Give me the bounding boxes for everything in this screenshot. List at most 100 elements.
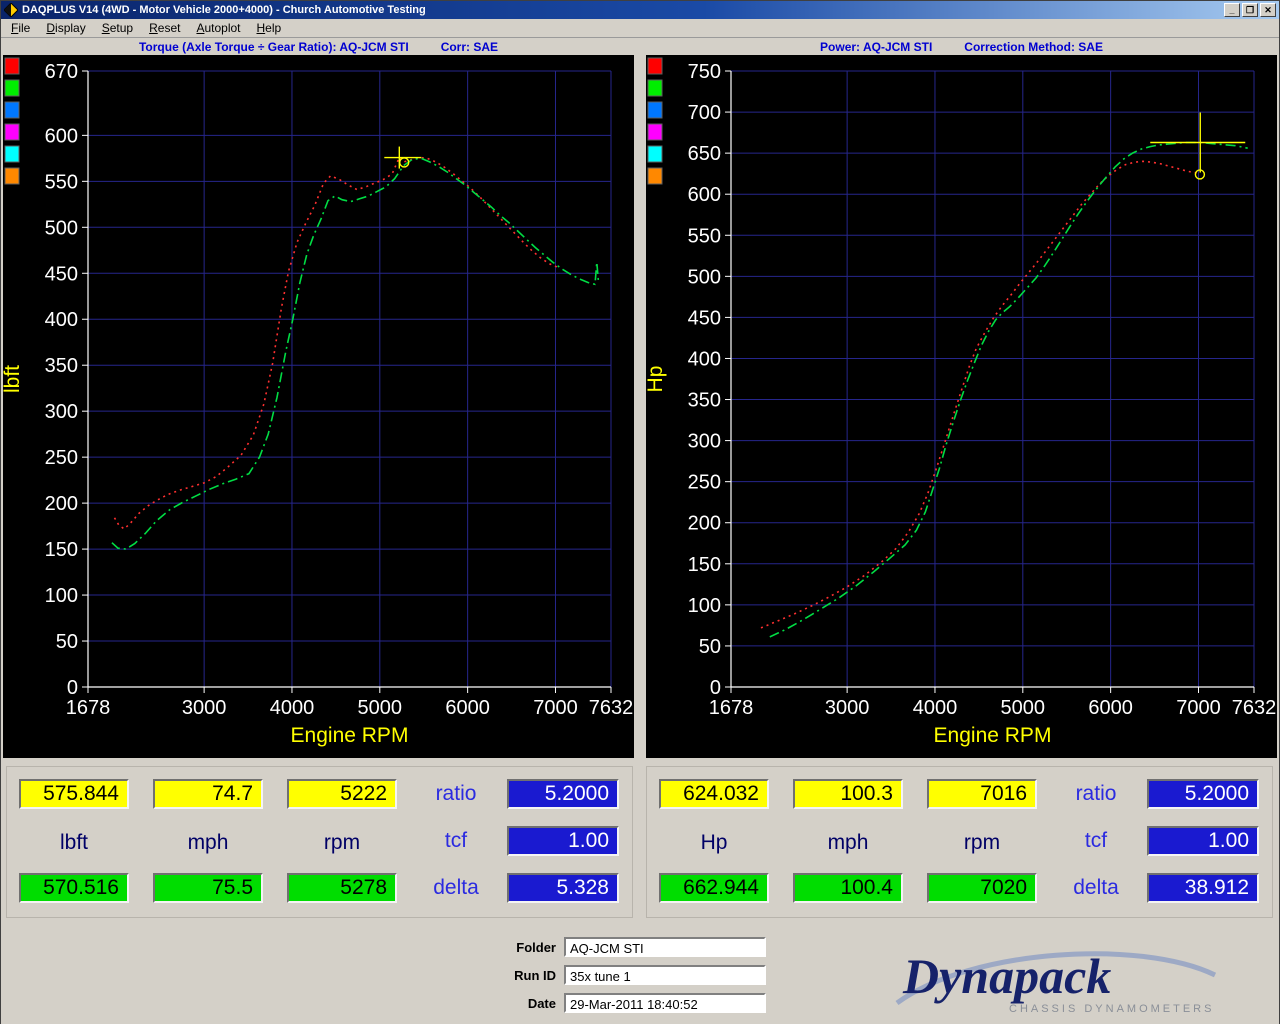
torque-cursor1-mph: 74.7 [153,779,263,809]
menu-setup[interactable]: Setup [94,20,141,36]
run-id-field[interactable]: 35x tune 1 [564,965,766,985]
svg-text:400: 400 [688,348,721,370]
svg-text:7000: 7000 [1176,697,1221,719]
app-window: DAQPLUS V14 (4WD - Motor Vehicle 2000+40… [0,0,1280,1024]
torque-tcf-label: tcf [444,829,468,852]
svg-text:450: 450 [688,307,721,329]
svg-text:1678: 1678 [66,697,111,719]
date-field[interactable]: 29-Mar-2011 18:40:52 [564,993,766,1013]
torque-chart[interactable]: 0 50 100 150 200 250 300 350 400 450 500 550 600 670 1… [3,55,634,758]
torque-ratio-label: ratio [435,782,477,805]
svg-text:0: 0 [67,677,78,699]
torque-cursor2-mph: 75.5 [153,873,263,903]
power-cursor1-value: 624.032 [659,779,769,809]
menu-help[interactable]: Help [249,20,290,36]
svg-text:4000: 4000 [913,697,958,719]
svg-text:lbft: lbft [3,365,24,393]
menu-autoplot[interactable]: Autoplot [188,20,248,36]
svg-text:750: 750 [688,61,721,83]
menu-reset[interactable]: Reset [141,20,188,36]
svg-text:3000: 3000 [825,697,870,719]
menu-file[interactable]: File [3,20,38,36]
dynapack-logo-subtext: CHASSIS DYNAMOMETERS [1009,1003,1214,1015]
power-tcf-label: tcf [1084,829,1108,852]
svg-text:5000: 5000 [1001,697,1046,719]
dynapack-logo: Dynapack CHASSIS DYNAMOMETERS [895,948,1217,1015]
power-cursor2-value: 662.944 [659,873,769,903]
svg-text:670: 670 [45,61,78,83]
power-mph-label: mph [827,831,869,854]
svg-text:50: 50 [699,636,721,658]
torque-tcf-value: 1.00 [507,826,619,856]
svg-text:300: 300 [688,431,721,453]
svg-text:Engine RPM: Engine RPM [291,724,409,747]
svg-text:5000: 5000 [358,697,403,719]
svg-text:100: 100 [688,595,721,617]
run-id-row: Run ID 35x tune 1 [419,965,766,985]
svg-text:500: 500 [45,217,78,239]
torque-unit-label: lbft [59,831,88,854]
power-readout-panel: 624.032 100.3 7016 ratio 5.2000 Hp mph r… [646,766,1273,918]
power-cursor1-rpm: 7016 [927,779,1037,809]
svg-text:7000: 7000 [533,697,578,719]
torque-chart-header: Torque (Axle Torque ÷ Gear Ratio): AQ-JC… [3,38,634,55]
restore-button[interactable]: ❐ [1242,3,1258,17]
window-title: DAQPLUS V14 (4WD - Motor Vehicle 2000+40… [22,4,426,16]
power-cursor2-mph: 100.4 [793,873,903,903]
window-controls: _ ❐ ✕ [1224,3,1276,17]
date-label: Date [527,995,556,1011]
folder-row: Folder AQ-JCM STI [419,937,766,957]
charts-area: Torque (Axle Torque ÷ Gear Ratio): AQ-JC… [1,38,1279,758]
svg-text:400: 400 [45,309,78,331]
power-delta-label: delta [1073,876,1119,899]
svg-text:4000: 4000 [270,697,315,719]
torque-cursor1-rpm: 5222 [287,779,397,809]
svg-text:700: 700 [688,102,721,124]
power-correction-label: Correction Method: SAE [964,39,1103,54]
svg-text:500: 500 [688,266,721,288]
svg-text:100: 100 [45,585,78,607]
svg-text:350: 350 [688,390,721,412]
power-chart[interactable]: 0 50 100 150 200 250 300 350 400 450 500 550 600 650 7… [646,55,1277,758]
svg-text:200: 200 [45,493,78,515]
power-unit-label: Hp [700,831,728,854]
svg-text:250: 250 [688,472,721,494]
torque-chart-title: Torque (Axle Torque ÷ Gear Ratio): AQ-JC… [138,39,409,54]
torque-ratio-value: 5.2000 [507,779,619,809]
title-bar: DAQPLUS V14 (4WD - Motor Vehicle 2000+40… [1,1,1279,19]
power-ratio-label: ratio [1075,782,1117,805]
readouts-area: 575.844 74.7 5222 ratio 5.2000 lbft mph … [1,758,1279,923]
torque-rpm-label: rpm [323,831,361,854]
svg-text:1678: 1678 [709,697,754,719]
date-row: Date 29-Mar-2011 18:40:52 [419,993,766,1013]
torque-readout-panel: 575.844 74.7 5222 ratio 5.2000 lbft mph … [6,766,633,918]
svg-text:7632: 7632 [1232,697,1277,719]
power-ratio-value: 5.2000 [1147,779,1259,809]
power-tcf-value: 1.00 [1147,826,1259,856]
power-rpm-label: rpm [963,831,1001,854]
torque-cursor1-value: 575.844 [19,779,129,809]
svg-text:50: 50 [56,631,78,653]
svg-text:150: 150 [45,539,78,561]
svg-text:600: 600 [688,184,721,206]
app-icon [4,3,18,17]
svg-text:550: 550 [45,171,78,193]
power-cursor2-rpm: 7020 [927,873,1037,903]
svg-text:600: 600 [45,125,78,147]
torque-panel: Torque (Axle Torque ÷ Gear Ratio): AQ-JC… [3,38,634,758]
menu-display[interactable]: Display [38,20,93,36]
svg-text:3000: 3000 [182,697,227,719]
minimize-button[interactable]: _ [1224,3,1240,17]
close-button[interactable]: ✕ [1260,3,1276,17]
svg-text:150: 150 [688,554,721,576]
svg-text:200: 200 [688,513,721,535]
svg-text:Engine RPM: Engine RPM [934,724,1052,747]
bottom-bar: Folder AQ-JCM STI Run ID 35x tune 1 Date… [1,923,1279,1024]
power-delta-value: 38.912 [1147,873,1259,903]
svg-text:350: 350 [45,355,78,377]
power-chart-title: Power: AQ-JCM STI [820,39,933,54]
folder-field[interactable]: AQ-JCM STI [564,937,766,957]
svg-text:300: 300 [45,401,78,423]
svg-text:450: 450 [45,263,78,285]
torque-cursor2-rpm: 5278 [287,873,397,903]
